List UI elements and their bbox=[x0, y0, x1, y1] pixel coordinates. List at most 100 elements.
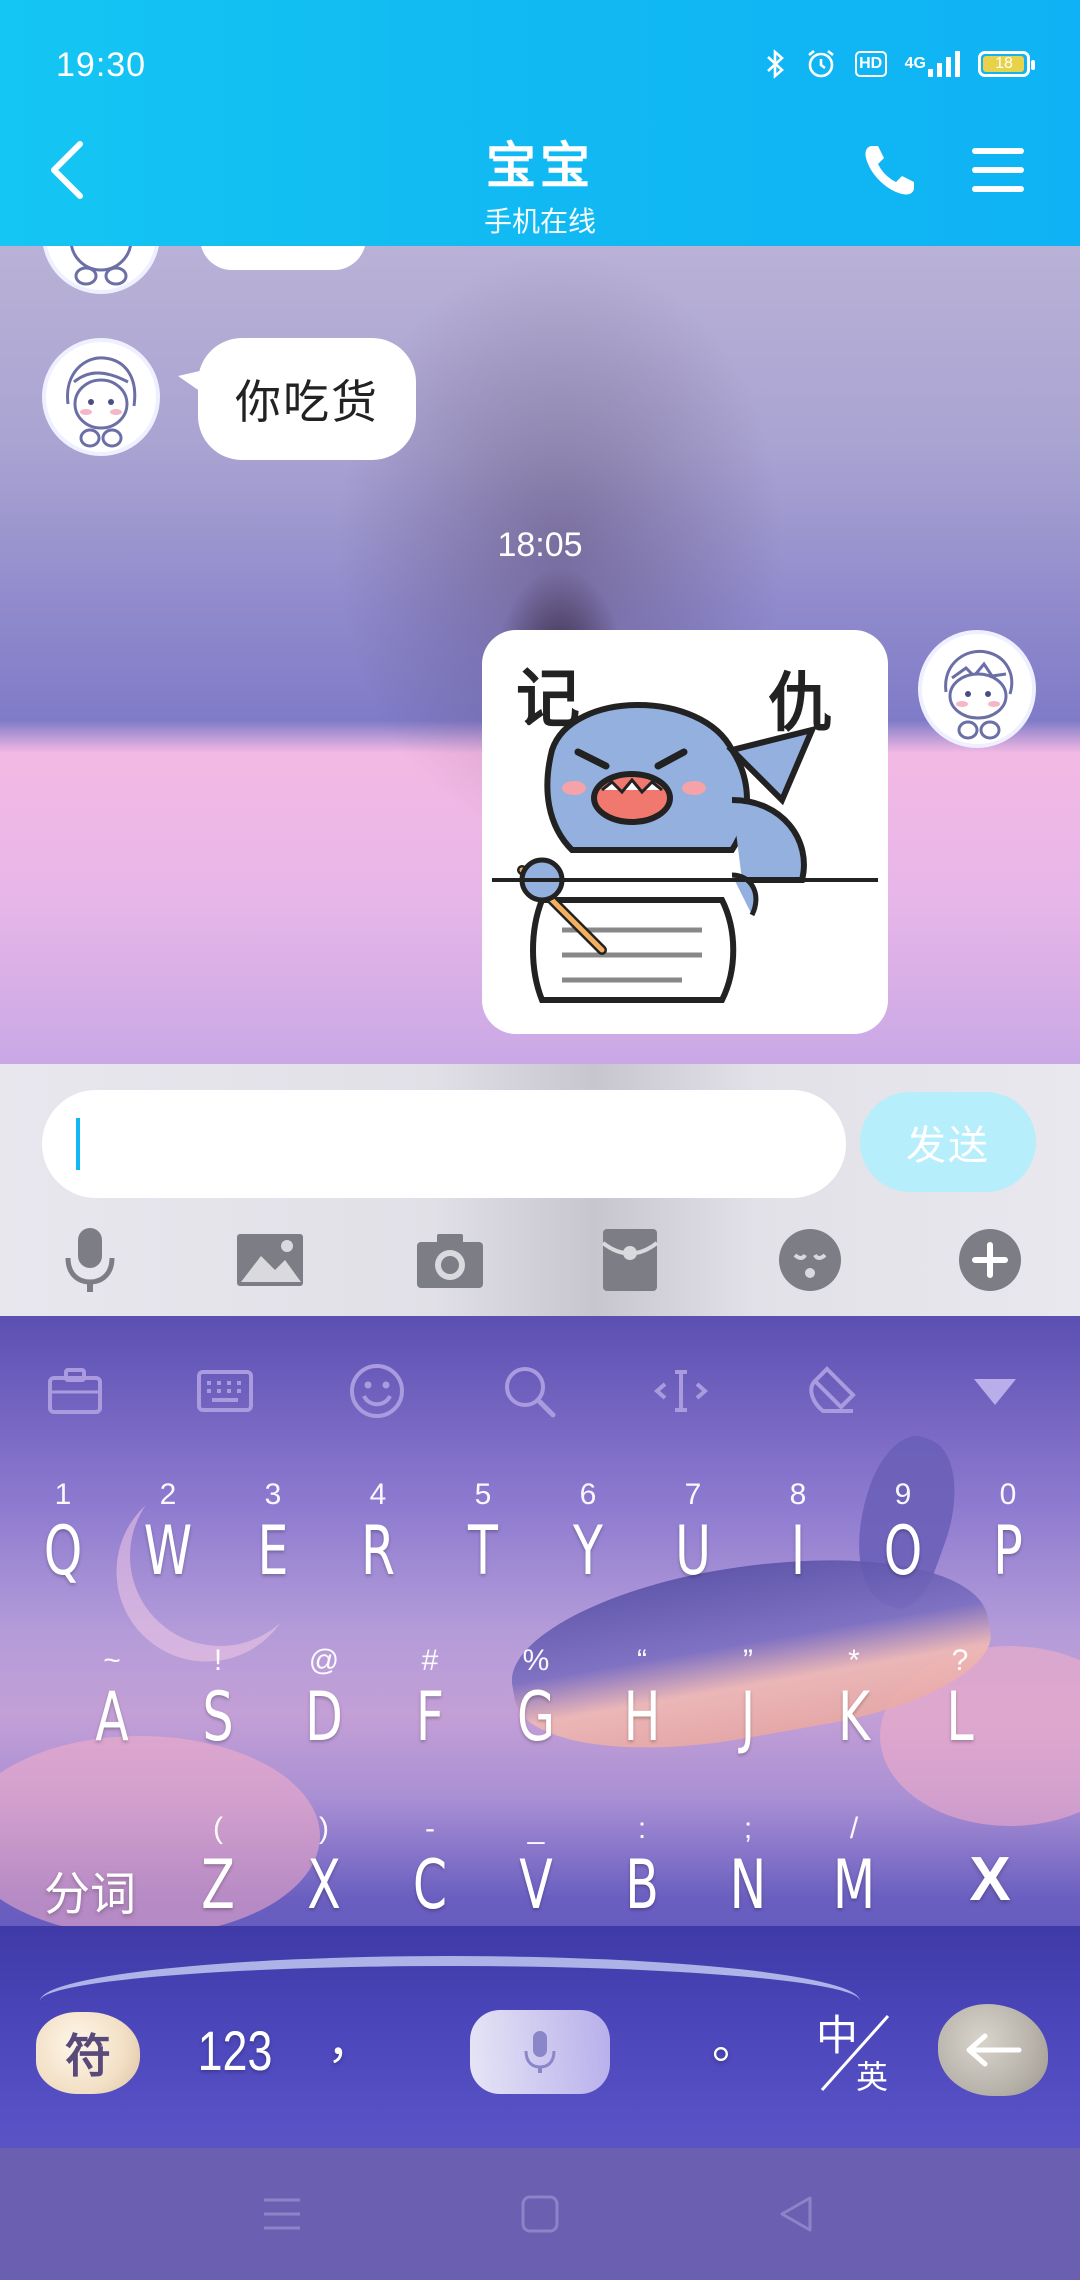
key-u[interactable]: 7U bbox=[643, 1478, 743, 1608]
key-r[interactable]: 4R bbox=[328, 1478, 428, 1608]
red-packet-icon bbox=[601, 1229, 659, 1291]
key-main: S bbox=[202, 1678, 234, 1757]
key-sub: 3 bbox=[264, 1478, 282, 1511]
contact-avatar[interactable] bbox=[42, 338, 160, 456]
key-sub: ( bbox=[213, 1812, 223, 1845]
message-text: 你吃货 bbox=[235, 375, 379, 429]
key-w[interactable]: 2W bbox=[118, 1478, 218, 1608]
camera-tool-button[interactable] bbox=[410, 1220, 490, 1300]
key-sub: # bbox=[421, 1644, 439, 1677]
sticker-message[interactable]: 记 仇 bbox=[482, 630, 888, 1034]
chat-title-block: 宝宝 手机在线 bbox=[340, 126, 740, 240]
kb-toolbar-eraser[interactable] bbox=[798, 1356, 868, 1426]
key-e[interactable]: 3E bbox=[223, 1478, 323, 1608]
key-v[interactable]: _ V bbox=[486, 1812, 586, 1942]
contact-avatar-partial[interactable] bbox=[42, 246, 160, 294]
symbol-key[interactable]: 符 bbox=[36, 2012, 140, 2094]
kb-toolbar-emoji[interactable] bbox=[342, 1356, 412, 1426]
key-b[interactable]: :B bbox=[592, 1812, 692, 1942]
key-sub: / bbox=[849, 1812, 859, 1845]
key-i[interactable]: 8I bbox=[748, 1478, 848, 1608]
key-z[interactable]: (Z bbox=[168, 1812, 268, 1942]
key-sub: 1 bbox=[54, 1478, 72, 1511]
kb-toolbar-search[interactable] bbox=[494, 1356, 564, 1426]
key-n[interactable]: ; N bbox=[698, 1812, 798, 1942]
emoji-icon bbox=[779, 1229, 841, 1291]
key-sub: : bbox=[637, 1812, 647, 1845]
my-avatar[interactable] bbox=[918, 630, 1036, 748]
key-main: U bbox=[675, 1512, 711, 1591]
key-y[interactable]: 6Y bbox=[538, 1478, 638, 1608]
key-sub: ; bbox=[743, 1812, 753, 1845]
key-k[interactable]: * K bbox=[804, 1644, 904, 1774]
key-t[interactable]: 5T bbox=[433, 1478, 533, 1608]
phone-icon bbox=[865, 146, 914, 195]
key-main: D bbox=[305, 1678, 343, 1757]
key-c[interactable]: -C bbox=[380, 1812, 480, 1942]
kb-toolbar-keyboard[interactable] bbox=[190, 1356, 260, 1426]
key-x[interactable]: ) X bbox=[274, 1812, 374, 1942]
girl-avatar-icon bbox=[66, 356, 137, 448]
key-f[interactable]: # F bbox=[380, 1644, 480, 1774]
nav-menu-button[interactable] bbox=[252, 2184, 312, 2244]
key-main: J bbox=[740, 1678, 756, 1757]
camera-icon bbox=[417, 1234, 483, 1288]
nav-back-button[interactable] bbox=[766, 2184, 826, 2244]
alarm-icon bbox=[805, 48, 837, 80]
key-j[interactable]: ” J bbox=[698, 1644, 798, 1774]
emoji-icon bbox=[350, 1364, 404, 1418]
key-main: H bbox=[623, 1678, 661, 1757]
system-nav-bar bbox=[0, 2148, 1080, 2280]
split-word-key[interactable]: 分词 bbox=[30, 1858, 150, 1924]
key-sub: ” bbox=[743, 1644, 753, 1677]
key-m[interactable]: / M bbox=[804, 1812, 904, 1942]
key-sub: ~ bbox=[103, 1644, 121, 1677]
key-a[interactable]: ~ A bbox=[62, 1644, 162, 1774]
chat-message-list[interactable]: 你吃货 18:05 记 仇 bbox=[0, 246, 1080, 1064]
key-p[interactable]: 0P bbox=[958, 1478, 1058, 1608]
key-g[interactable]: % G bbox=[486, 1644, 586, 1774]
call-button[interactable] bbox=[858, 140, 920, 202]
battery-icon: 18 bbox=[978, 51, 1035, 77]
space-key[interactable] bbox=[470, 2010, 610, 2094]
search-icon bbox=[505, 1367, 556, 1418]
language-switch-key[interactable]: 中 英 bbox=[808, 2002, 908, 2102]
microphone-icon bbox=[524, 2031, 556, 2073]
image-tool-button[interactable] bbox=[230, 1220, 310, 1300]
key-sub: % bbox=[522, 1644, 550, 1677]
more-tool-button[interactable] bbox=[950, 1220, 1030, 1300]
key-h[interactable]: “H bbox=[592, 1644, 692, 1774]
key-main: E bbox=[257, 1512, 289, 1591]
girl-avatar-icon bbox=[70, 246, 132, 286]
period-key[interactable]: 。 bbox=[700, 2006, 770, 2072]
key-main: X bbox=[307, 1846, 341, 1925]
key-sub: @ bbox=[308, 1644, 340, 1677]
key-s[interactable]: ! S bbox=[168, 1644, 268, 1774]
key-q[interactable]: 1Q bbox=[13, 1478, 113, 1608]
voice-tool-button[interactable] bbox=[50, 1220, 130, 1300]
status-time: 19:30 bbox=[56, 46, 147, 84]
message-input[interactable] bbox=[42, 1090, 846, 1198]
red-packet-tool-button[interactable] bbox=[590, 1220, 670, 1300]
plus-icon bbox=[959, 1229, 1021, 1291]
message-bubble-partial[interactable] bbox=[200, 246, 366, 270]
menu-button[interactable] bbox=[968, 142, 1028, 198]
key-d[interactable]: @ D bbox=[274, 1644, 374, 1774]
comma-key[interactable]: ， bbox=[320, 2006, 380, 2072]
key-o[interactable]: 9O bbox=[853, 1478, 953, 1608]
kb-toolbar-briefcase[interactable] bbox=[40, 1356, 110, 1426]
kb-toolbar-cursor[interactable] bbox=[646, 1356, 716, 1426]
emoji-tool-button[interactable] bbox=[770, 1220, 850, 1300]
key-sub: 0 bbox=[999, 1478, 1017, 1511]
delete-key[interactable]: X bbox=[940, 1844, 1040, 1915]
numbers-key[interactable]: 123 bbox=[191, 2018, 279, 2083]
kb-toolbar-collapse[interactable] bbox=[960, 1356, 1030, 1426]
message-bubble[interactable]: 你吃货 bbox=[198, 338, 416, 460]
back-button[interactable] bbox=[40, 130, 100, 210]
bubble-tail bbox=[178, 370, 204, 394]
nav-home-button[interactable] bbox=[510, 2184, 570, 2244]
send-button[interactable]: 发送 bbox=[860, 1092, 1036, 1192]
key-main: V bbox=[519, 1846, 553, 1925]
chevron-left-icon bbox=[51, 141, 83, 199]
key-l[interactable]: ? L bbox=[910, 1644, 1010, 1774]
